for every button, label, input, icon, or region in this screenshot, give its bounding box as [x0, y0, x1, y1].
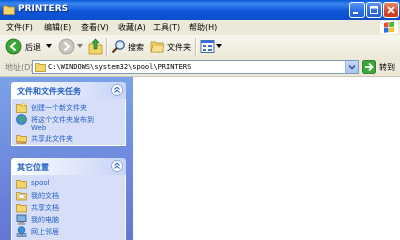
- address-label: 地址(D): [5, 63, 34, 72]
- maximize-icon: [370, 6, 378, 14]
- close-icon: [387, 6, 395, 14]
- menu-favorites[interactable]: 收藏(A): [118, 22, 146, 33]
- menu-help[interactable]: 帮助(H): [189, 22, 217, 33]
- views-icon[interactable]: [200, 39, 215, 54]
- minimize-icon: [353, 12, 358, 14]
- address-value: C:\WINDOWS\system32\spool\PRINTERS: [48, 63, 192, 71]
- address-bar: 地址(D) C:\WINDOWS\system32\spool\PRINTERS…: [0, 59, 400, 77]
- chevron-down-icon: [348, 65, 356, 70]
- up-folder-icon[interactable]: [88, 38, 103, 55]
- menu-tools[interactable]: 工具(T): [153, 22, 180, 33]
- my-documents-icon: [16, 192, 27, 201]
- search-button-label[interactable]: 搜索: [128, 42, 144, 53]
- go-arrow-icon[interactable]: [362, 60, 376, 74]
- toolbar-separator: [195, 38, 197, 56]
- folders-button-label[interactable]: 文件夹: [167, 42, 191, 53]
- my-computer-icon: [16, 214, 27, 225]
- place-label: 网上邻居: [31, 228, 59, 236]
- menu-bar: 文件(F) 编辑(E) 查看(V) 收藏(A) 工具(T) 帮助(H): [0, 20, 400, 36]
- network-places-icon: [16, 226, 27, 237]
- new-folder-icon: [16, 102, 27, 113]
- file-folder-tasks-panel: 文件和文件夹任务 创建一个新文件夹 将这个文件夹发布到 Web 共享此文件夹: [11, 82, 126, 146]
- forward-arrow-icon[interactable]: [58, 38, 75, 55]
- panel-body: 创建一个新文件夹 将这个文件夹发布到 Web 共享此文件夹: [11, 99, 126, 146]
- back-dropdown-icon[interactable]: [46, 44, 52, 49]
- collapse-icon[interactable]: [111, 84, 123, 96]
- menu-view[interactable]: 查看(V): [81, 22, 109, 33]
- place-label: 我的文档: [31, 192, 59, 200]
- collapse-icon[interactable]: [111, 160, 123, 172]
- back-arrow-icon[interactable]: [5, 38, 22, 55]
- address-dropdown-button[interactable]: [345, 61, 358, 73]
- toolbar-separator: [106, 38, 108, 56]
- menu-file[interactable]: 文件(F): [6, 22, 33, 33]
- panel-title: 其它位置: [17, 163, 49, 172]
- standard-toolbar: 后退 搜索 文件夹: [0, 35, 400, 60]
- task-label: 创建一个新文件夹: [31, 104, 87, 112]
- shared-documents-icon: [16, 204, 27, 213]
- back-button-label[interactable]: 后退: [25, 42, 41, 53]
- folder-icon: [16, 180, 27, 189]
- panel-header[interactable]: 其它位置: [11, 158, 126, 175]
- windows-logo-icon: [380, 21, 398, 34]
- task-pane: 文件和文件夹任务 创建一个新文件夹 将这个文件夹发布到 Web 共享此文件夹 其…: [0, 77, 133, 240]
- panel-title: 文件和文件夹任务: [17, 87, 81, 96]
- address-input[interactable]: C:\WINDOWS\system32\spool\PRINTERS: [32, 60, 359, 74]
- search-icon[interactable]: [111, 39, 126, 54]
- views-dropdown-icon[interactable]: [216, 44, 222, 49]
- other-places-panel: 其它位置 spool 我的文档 共享文档 我的电脑 网上邻居: [11, 158, 126, 240]
- place-label: 我的电脑: [31, 216, 59, 224]
- task-label-continuation: Web: [31, 124, 47, 132]
- place-label: spool: [31, 179, 50, 187]
- minimize-button[interactable]: [349, 2, 365, 18]
- forward-dropdown-icon[interactable]: [77, 44, 83, 49]
- place-label: 共享文档: [31, 204, 59, 212]
- folder-icon: [35, 63, 46, 72]
- publish-web-icon: [16, 114, 27, 125]
- panel-header[interactable]: 文件和文件夹任务: [11, 82, 126, 99]
- maximize-button[interactable]: [366, 2, 382, 18]
- menu-edit[interactable]: 编辑(E): [44, 22, 71, 33]
- close-button[interactable]: [383, 2, 399, 18]
- title-bar[interactable]: PRINTERS: [0, 0, 400, 20]
- explorer-window: PRINTERS 文件(F) 编辑(E) 查看(V) 收藏(A) 工具(T) 帮…: [0, 0, 400, 240]
- folder-icon: [3, 5, 15, 15]
- go-button-label[interactable]: 转到: [379, 62, 395, 73]
- folder-content-area[interactable]: [133, 77, 400, 240]
- panel-body: spool 我的文档 共享文档 我的电脑 网上邻居: [11, 175, 126, 240]
- task-label: 共享此文件夹: [31, 135, 73, 143]
- window-title: PRINTERS: [18, 4, 69, 14]
- share-folder-icon: [16, 135, 27, 144]
- folders-icon[interactable]: [150, 39, 165, 54]
